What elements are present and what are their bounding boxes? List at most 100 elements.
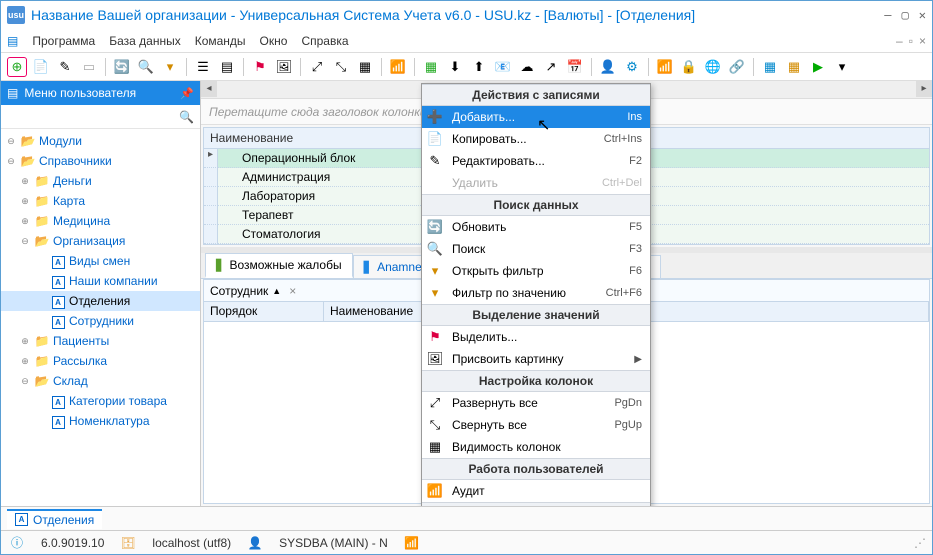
doc-tab-departments[interactable]: A Отделения xyxy=(7,509,102,529)
tree-node[interactable]: AВиды смен xyxy=(1,251,200,271)
mdi-restore-button[interactable]: ▫ xyxy=(909,34,913,48)
tree-expander-icon[interactable]: ⊕ xyxy=(19,196,31,207)
calendar-button[interactable]: 📅 xyxy=(565,57,585,77)
context-item[interactable]: ▾Открыть фильтрF6 xyxy=(422,260,650,282)
more-button[interactable]: ▾ xyxy=(832,57,852,77)
context-item-shortcut: Ins xyxy=(627,111,642,123)
tree-node[interactable]: ⊕📁Пациенты xyxy=(1,331,200,351)
context-item[interactable]: ⚑Выделить... xyxy=(422,326,650,348)
tree-node[interactable]: AНоменклатура xyxy=(1,411,200,431)
filter-close-icon[interactable]: × xyxy=(289,284,296,298)
lower-col-order[interactable]: Порядок xyxy=(204,302,324,321)
context-item-label: Аудит xyxy=(452,484,634,498)
grid1-button[interactable]: ▦ xyxy=(760,57,780,77)
tree-node[interactable]: ⊖📂Организация xyxy=(1,231,200,251)
maximize-button[interactable]: ▢ xyxy=(902,8,909,22)
context-item[interactable]: 🖼Присвоить картинку▶ xyxy=(422,348,650,370)
import-button[interactable]: ⬇ xyxy=(445,57,465,77)
delete-button[interactable]: ▭ xyxy=(79,57,99,77)
edit-button[interactable]: ✎ xyxy=(55,57,75,77)
rss-button[interactable]: 📶 xyxy=(655,57,675,77)
settings-button[interactable]: ⚙ xyxy=(622,57,642,77)
context-item[interactable]: ⤢Развернуть всеPgDn xyxy=(422,392,650,414)
list-button[interactable]: ☰ xyxy=(193,57,213,77)
context-item[interactable]: ➕Добавить...Ins xyxy=(422,106,650,128)
tree-node[interactable]: AКатегории товара xyxy=(1,391,200,411)
tree-node[interactable]: ⊕📁Деньги xyxy=(1,171,200,191)
tree-expander-icon[interactable]: ⊕ xyxy=(19,356,31,367)
document-icon: A xyxy=(50,314,66,329)
tree-expander-icon[interactable]: ⊕ xyxy=(19,176,31,187)
tree-node[interactable]: AОтделения xyxy=(1,291,200,311)
excel-button[interactable]: ▦ xyxy=(421,57,441,77)
zoom-button[interactable]: 🔍 xyxy=(136,57,156,77)
tree-expander-icon[interactable]: ⊖ xyxy=(5,136,17,147)
context-item[interactable]: 🔍ПоискF3 xyxy=(422,238,650,260)
tree-expander-icon[interactable]: ⊖ xyxy=(19,376,31,387)
tree-button[interactable]: ▤ xyxy=(217,57,237,77)
grid2-button[interactable]: ▦ xyxy=(784,57,804,77)
resize-grip-icon[interactable]: ⋰ xyxy=(914,536,924,550)
tree-expander-icon[interactable]: ⊕ xyxy=(19,216,31,227)
context-item-icon: ⚑ xyxy=(426,329,444,345)
context-item[interactable]: ⤡Свернуть всеPgUp xyxy=(422,414,650,436)
refresh-button[interactable]: 🔄 xyxy=(112,57,132,77)
mdi-close-button[interactable]: × xyxy=(919,34,926,48)
play-button[interactable]: ▶ xyxy=(808,57,828,77)
detail-tab[interactable]: ▋Возможные жалобы xyxy=(205,253,353,278)
user-button[interactable]: 👤 xyxy=(598,57,618,77)
mdi-minimize-button[interactable]: – xyxy=(896,34,903,48)
context-item[interactable]: 📄Копировать...Ctrl+Ins xyxy=(422,128,650,150)
context-item-label: Обновить xyxy=(452,220,621,234)
tree-node[interactable]: ⊖📂Склад xyxy=(1,371,200,391)
share-button[interactable]: ↗ xyxy=(541,57,561,77)
image-button[interactable]: 🖼 xyxy=(274,57,294,77)
expand-all-button[interactable]: ⤢ xyxy=(307,57,327,77)
menu-программа[interactable]: Программа xyxy=(32,34,95,48)
scroll-left-button[interactable]: ◂ xyxy=(201,81,217,97)
audit-button[interactable]: 📶 xyxy=(388,57,408,77)
tree-label: Модули xyxy=(39,134,82,148)
flag-button[interactable]: ⚑ xyxy=(250,57,270,77)
menu-icon[interactable]: ▤ xyxy=(7,34,18,48)
minimize-button[interactable]: — xyxy=(884,8,891,22)
menu-база данных[interactable]: База данных xyxy=(109,34,180,48)
tree-node[interactable]: AНаши компании xyxy=(1,271,200,291)
copy-button[interactable]: 📄 xyxy=(31,57,51,77)
link-button[interactable]: 🔗 xyxy=(727,57,747,77)
export-button[interactable]: ⬆ xyxy=(469,57,489,77)
tree-node[interactable]: ⊕📁Рассылка xyxy=(1,351,200,371)
mail-button[interactable]: 📧 xyxy=(493,57,513,77)
tree-node[interactable]: ⊖📂Модули xyxy=(1,131,200,151)
context-item[interactable]: ▦Видимость колонок xyxy=(422,436,650,458)
tree-node[interactable]: ⊕📁Медицина xyxy=(1,211,200,231)
menu-окно[interactable]: Окно xyxy=(260,34,288,48)
context-item[interactable]: 🔄ОбновитьF5 xyxy=(422,216,650,238)
context-item[interactable]: ✎Редактировать...F2 xyxy=(422,150,650,172)
sidebar-search[interactable]: 🔍 xyxy=(1,105,200,129)
tree-expander-icon[interactable]: ⊕ xyxy=(19,336,31,347)
earth-button[interactable]: 🌐 xyxy=(703,57,723,77)
scroll-right-button[interactable]: ▸ xyxy=(916,81,932,97)
sidebar-menu-icon[interactable]: ▤ xyxy=(7,86,18,100)
context-item-icon: ▾ xyxy=(426,285,444,301)
tree-node[interactable]: AСотрудники xyxy=(1,311,200,331)
context-item[interactable]: 📶Аудит xyxy=(422,480,650,502)
lock-button[interactable]: 🔒 xyxy=(679,57,699,77)
tree-expander-icon[interactable]: ⊖ xyxy=(19,236,31,247)
cloud-button[interactable]: ☁ xyxy=(517,57,537,77)
tree-node[interactable]: ⊖📂Справочники xyxy=(1,151,200,171)
menu-справка[interactable]: Справка xyxy=(301,34,348,48)
tree-node[interactable]: ⊕📁Карта xyxy=(1,191,200,211)
menu-команды[interactable]: Команды xyxy=(195,34,246,48)
tab-icon: ▋ xyxy=(364,261,372,274)
tree-expander-icon[interactable]: ⊖ xyxy=(5,156,17,167)
close-button[interactable]: ✕ xyxy=(919,8,926,22)
pin-icon[interactable]: 📌 xyxy=(180,87,194,100)
columns-button[interactable]: ▦ xyxy=(355,57,375,77)
add-record-button[interactable]: ⊕ xyxy=(7,57,27,77)
filter-sort-icon[interactable]: ▲ xyxy=(272,286,281,296)
context-item[interactable]: ▾Фильтр по значениюCtrl+F6 xyxy=(422,282,650,304)
filter-button[interactable]: ▾ xyxy=(160,57,180,77)
collapse-all-button[interactable]: ⤡ xyxy=(331,57,351,77)
